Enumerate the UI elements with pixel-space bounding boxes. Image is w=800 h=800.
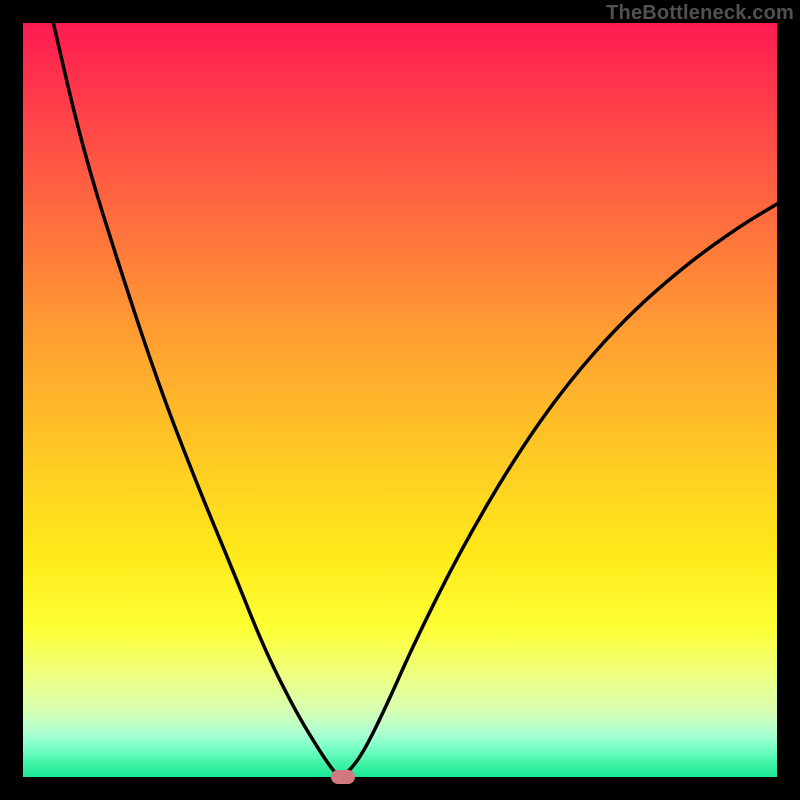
watermark-text: TheBottleneck.com: [606, 2, 794, 25]
chart-plot-area: [23, 23, 777, 777]
optimal-point-marker: [331, 770, 355, 784]
bottleneck-curve: [23, 23, 777, 777]
